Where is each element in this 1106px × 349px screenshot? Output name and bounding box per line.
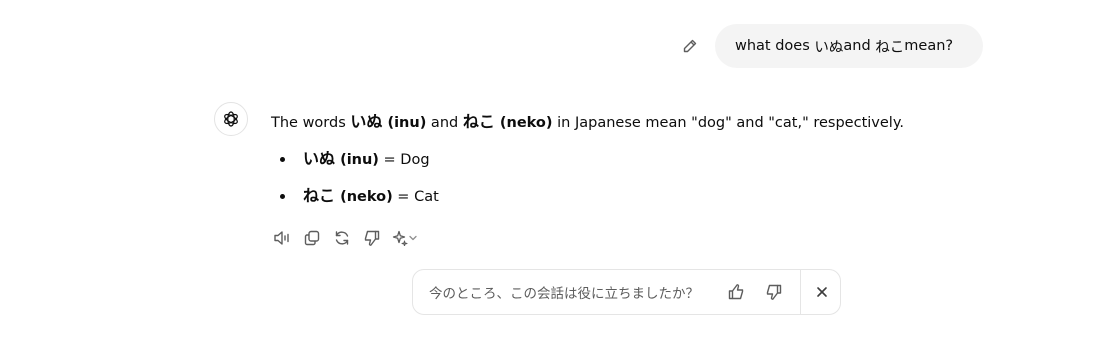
thumbs-up-icon[interactable] [725, 281, 747, 303]
feedback-divider [800, 270, 801, 314]
regenerate-icon[interactable] [332, 228, 352, 248]
copy-icon[interactable] [302, 228, 322, 248]
assistant-avatar [214, 102, 248, 136]
assistant-intro: The words いぬ (inu) and ねこ (neko) in Japa… [271, 112, 971, 133]
intro-reading-inu: (inu) [382, 115, 427, 131]
feedback-bar: 今のところ、この会話は役に立ちましたか？ [412, 269, 841, 315]
list-item-word: ねこ [303, 186, 336, 205]
list-item: ねこ (neko) = Cat [271, 186, 971, 207]
user-message-word-inu: いぬ [814, 39, 844, 56]
openai-logo-icon [224, 111, 238, 127]
list-item-reading: (neko) [335, 189, 393, 205]
user-message-middle: and [843, 38, 871, 54]
intro-text-2: and [426, 115, 463, 131]
list-item: いぬ (inu) = Dog [271, 149, 971, 170]
sparkle-icon [392, 230, 408, 246]
intro-reading-neko: (neko) [494, 115, 553, 131]
read-aloud-icon[interactable] [272, 228, 292, 248]
intro-word-inu: いぬ [350, 112, 383, 131]
intro-word-neko: ねこ [462, 112, 495, 131]
close-icon[interactable] [811, 281, 833, 303]
user-message-word-neko: ねこ [875, 39, 905, 56]
list-item-reading: (inu) [335, 152, 379, 168]
user-message-bubble: what does いぬ and ねこ mean? [715, 24, 983, 68]
intro-text-1: The words [271, 115, 351, 131]
intro-text-3: in Japanese mean "dog" and "cat," respec… [552, 115, 904, 131]
list-item-meaning: = Cat [392, 189, 439, 205]
user-message-suffix: mean? [904, 38, 954, 54]
thumbs-down-icon[interactable] [763, 281, 785, 303]
user-message-prefix: what does [735, 38, 810, 54]
list-item-word: いぬ [303, 149, 336, 168]
edit-message-icon[interactable] [680, 36, 700, 56]
meaning-list: いぬ (inu) = Dog ねこ (neko) = Cat [271, 149, 971, 207]
model-switcher-button[interactable] [392, 228, 422, 248]
chevron-down-icon [409, 235, 417, 241]
message-actions [272, 228, 432, 248]
assistant-message: The words いぬ (inu) and ねこ (neko) in Japa… [271, 112, 971, 207]
thumbs-down-icon[interactable] [362, 228, 382, 248]
list-item-meaning: = Dog [378, 152, 430, 168]
feedback-prompt: 今のところ、この会話は役に立ちましたか？ [429, 286, 699, 302]
